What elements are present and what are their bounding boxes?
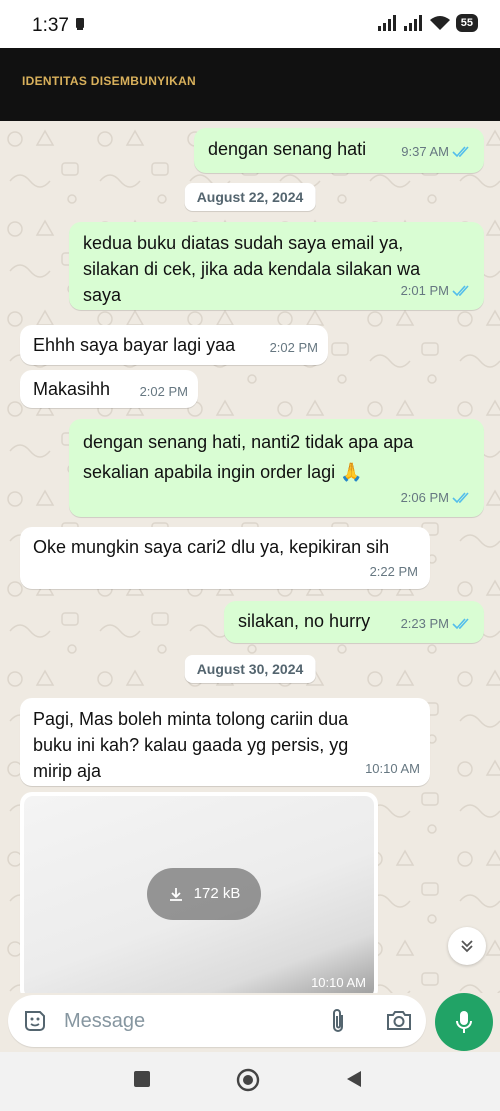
system-nav-bar: [0, 1052, 500, 1111]
download-button[interactable]: 172 kB: [147, 868, 261, 920]
message-text: Ehhh saya bayar lagi yaa: [33, 335, 236, 355]
date-separator: August 22, 2024: [184, 183, 316, 211]
message-outgoing[interactable]: silakan, no hurry 2:23 PM: [224, 601, 484, 643]
message-time: 10:10 AM: [365, 761, 420, 776]
voice-record-button[interactable]: [435, 993, 493, 1051]
message-line: dengan senang hati, nanti2 tidak apa apa: [83, 432, 414, 452]
signal-icon: [403, 15, 422, 31]
message-line: buku ini kah? kalau gaada yg persis, yg: [33, 735, 349, 755]
read-ticks-icon: [452, 285, 469, 297]
paperclip-icon[interactable]: [328, 1007, 348, 1035]
message-line: mirip aja: [33, 761, 102, 781]
message-text: Makasihh: [33, 379, 111, 399]
download-size: 172 kB: [193, 885, 241, 902]
message-time: 2:23 PM: [400, 616, 449, 631]
message-time: 2:02 PM: [269, 340, 318, 355]
date-separator: August 30, 2024: [184, 655, 316, 683]
message-line: Pagi, Mas boleh minta tolong cariin dua: [33, 709, 349, 729]
scroll-to-bottom-button[interactable]: [448, 927, 486, 965]
message-time: 10:10 AM: [311, 975, 366, 990]
back-icon[interactable]: [345, 1070, 363, 1088]
message-incoming[interactable]: Pagi, Mas boleh minta tolong cariin dua …: [20, 698, 430, 786]
message-text: silakan, no hurry: [238, 611, 371, 631]
camera-icon[interactable]: [386, 1008, 412, 1032]
status-bar: 1:37 55: [0, 0, 500, 48]
chat-area[interactable]: dengan senang hati 9:37 AM August 22, 20…: [0, 121, 500, 993]
message-time: 2:01 PM: [400, 283, 449, 298]
chat-header: IDENTITAS DISEMBUNYIKAN: [0, 48, 500, 121]
contact-name[interactable]: IDENTITAS DISEMBUNYIKAN: [22, 74, 196, 88]
status-indicators: 55: [377, 14, 478, 32]
double-chevron-down-icon: [461, 940, 473, 953]
status-time: 1:37: [32, 15, 69, 36]
read-ticks-icon: [452, 146, 469, 158]
message-incoming[interactable]: Makasihh 2:02 PM: [20, 370, 198, 408]
message-time: 9:37 AM: [401, 144, 449, 159]
wifi-icon: [429, 16, 450, 30]
message-text: Oke mungkin saya cari2 dlu ya, kepikiran…: [33, 537, 390, 557]
message-outgoing[interactable]: kedua buku diatas sudah saya email ya, s…: [69, 222, 484, 310]
message-input-pill: [8, 995, 426, 1047]
home-icon[interactable]: [236, 1068, 260, 1092]
signal-icon: [377, 15, 396, 31]
message-time: 2:02 PM: [139, 384, 188, 399]
image-message[interactable]: 172 kB 10:10 AM: [20, 792, 378, 993]
message-line: saya: [83, 285, 122, 305]
message-time: 2:22 PM: [369, 564, 418, 579]
message-line: silakan di cek, jika ada kendala silakan…: [83, 259, 421, 279]
message-text: dengan senang hati: [208, 139, 367, 159]
download-icon: [169, 888, 182, 901]
notification-icon: [76, 18, 84, 30]
recents-icon[interactable]: [133, 1070, 151, 1088]
message-time: 2:06 PM: [400, 490, 449, 505]
message-line: sekalian apabila ingin order lagi 🙏: [83, 462, 363, 482]
message-composer: [0, 993, 500, 1052]
read-ticks-icon: [452, 618, 469, 630]
message-line: kedua buku diatas sudah saya email ya,: [83, 233, 404, 253]
message-incoming[interactable]: Ehhh saya bayar lagi yaa 2:02 PM: [20, 325, 328, 365]
message-outgoing[interactable]: dengan senang hati 9:37 AM: [194, 128, 484, 173]
microphone-icon: [456, 1011, 472, 1033]
message-outgoing[interactable]: dengan senang hati, nanti2 tidak apa apa…: [69, 419, 484, 517]
message-incoming[interactable]: Oke mungkin saya cari2 dlu ya, kepikiran…: [20, 527, 430, 589]
sticker-icon[interactable]: [22, 1008, 48, 1034]
image-preview[interactable]: 172 kB 10:10 AM: [24, 796, 374, 993]
battery-indicator: 55: [455, 14, 478, 32]
read-ticks-icon: [452, 492, 469, 504]
message-input[interactable]: [64, 1005, 314, 1037]
